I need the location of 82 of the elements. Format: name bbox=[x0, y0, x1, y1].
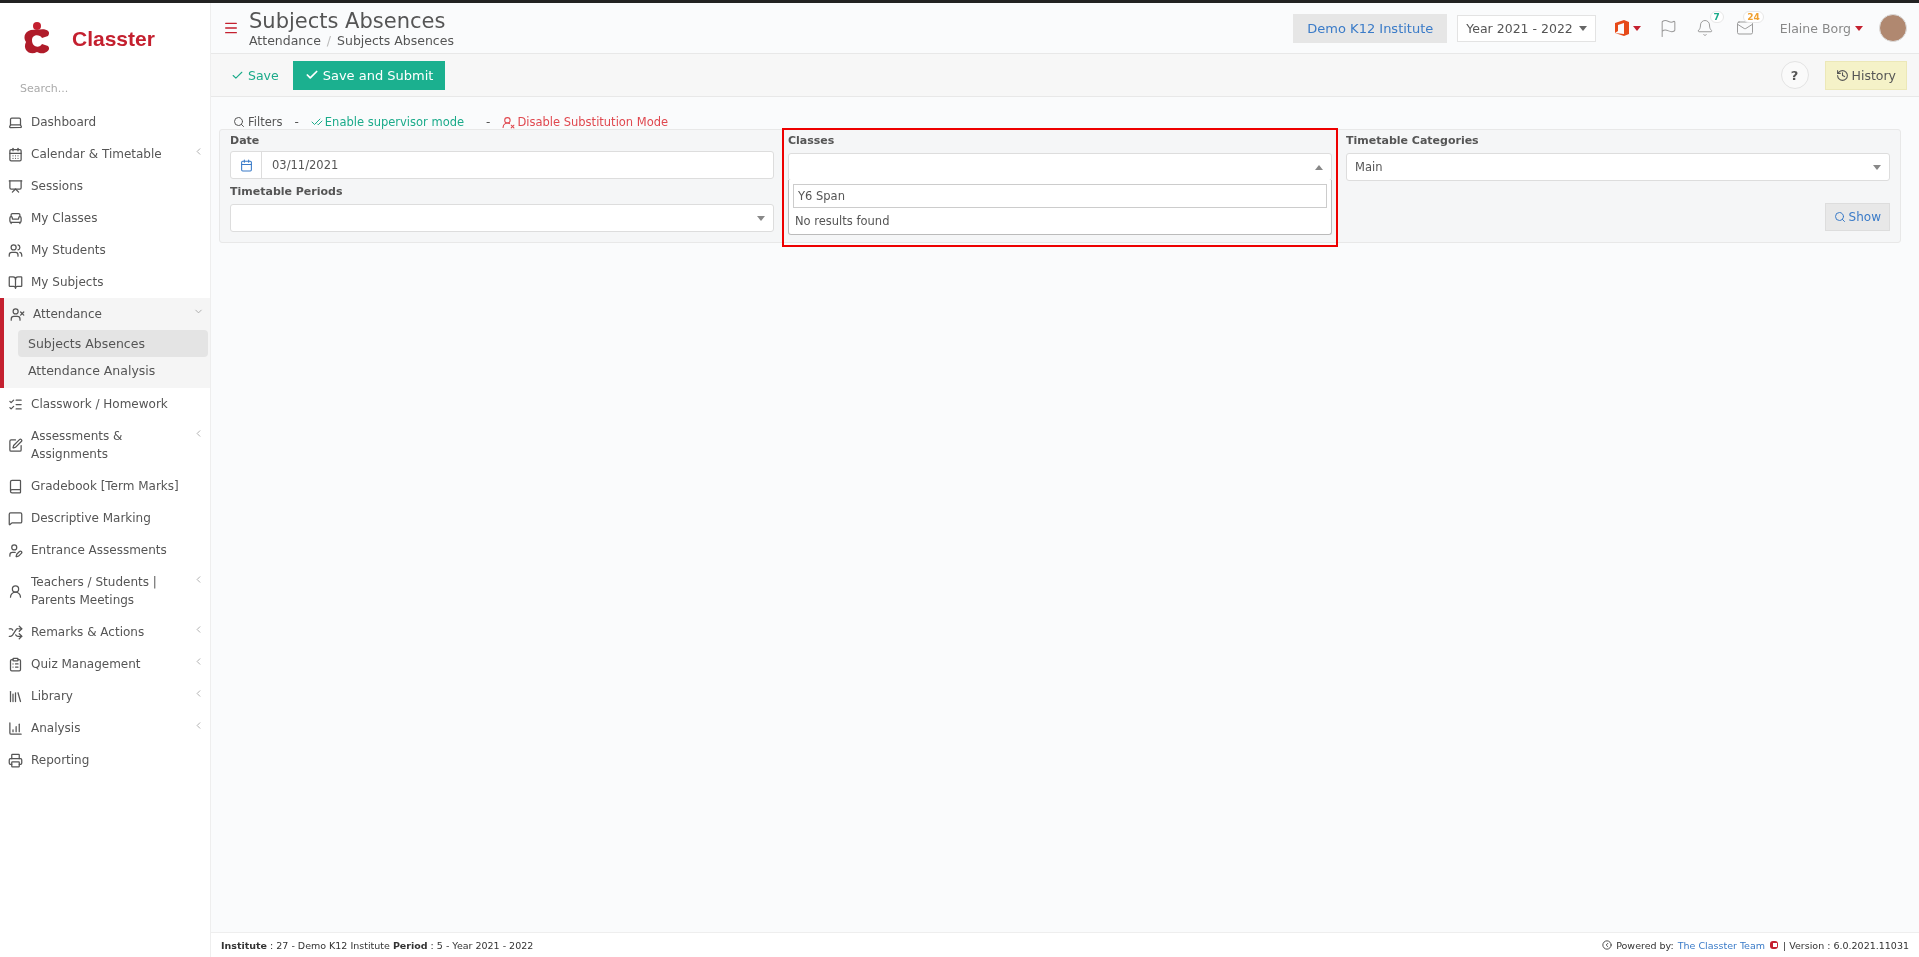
office-icon bbox=[1613, 19, 1630, 37]
user-menu[interactable]: Elaine Borg bbox=[1773, 19, 1869, 37]
history-icon bbox=[1835, 68, 1849, 82]
team-link[interactable]: The Classter Team bbox=[1677, 939, 1766, 951]
chart-icon bbox=[8, 720, 23, 736]
search-field[interactable]: Search... bbox=[18, 81, 192, 96]
show-button[interactable]: Show bbox=[1824, 203, 1890, 231]
sidebar-item[interactable]: Teachers / Students | Parents Meetings bbox=[0, 566, 210, 616]
year-select[interactable]: Year 2021 - 2022 bbox=[1457, 14, 1596, 42]
field-label: Date bbox=[230, 134, 261, 147]
field-label: Classes bbox=[788, 134, 836, 147]
clipboard-icon bbox=[8, 656, 23, 672]
breadcrumb-item[interactable]: Attendance bbox=[249, 32, 321, 48]
separator: - bbox=[294, 115, 299, 129]
separator: - bbox=[486, 115, 491, 129]
sidebar-subitem[interactable]: Subjects Absences bbox=[18, 330, 208, 357]
no-results-message: No results found bbox=[794, 214, 891, 228]
printer-icon bbox=[8, 752, 23, 768]
shuffle-icon bbox=[8, 624, 23, 640]
filters-label: Filters bbox=[233, 115, 283, 129]
institute-button[interactable]: Demo K12 Institute bbox=[1293, 13, 1448, 43]
breadcrumb-item[interactable]: Subjects Absences bbox=[337, 32, 454, 48]
sidebar-item[interactable]: Entrance Assessments bbox=[0, 534, 210, 566]
calendar-icon bbox=[8, 146, 23, 162]
sidebar-item[interactable]: Quiz Management bbox=[0, 648, 210, 680]
calendar-icon bbox=[239, 158, 253, 172]
dropdown-search-field[interactable]: Y6 Span bbox=[793, 184, 1327, 208]
logo-icon bbox=[1769, 940, 1780, 950]
edit-icon bbox=[8, 437, 23, 453]
avatar[interactable] bbox=[1879, 14, 1907, 42]
user-pen-icon bbox=[8, 542, 23, 558]
user-icon bbox=[8, 583, 23, 599]
message-count: 24 bbox=[1743, 11, 1764, 23]
version-text: | Version : 6.0.2021.11031 bbox=[1783, 939, 1909, 951]
sidebar-item[interactable]: My Subjects bbox=[0, 266, 210, 298]
menu-button[interactable] bbox=[223, 20, 239, 36]
users-icon bbox=[8, 242, 23, 258]
sidebar-item[interactable]: Classwork / Homework bbox=[0, 388, 210, 420]
book-icon bbox=[8, 274, 23, 290]
sidebar-item[interactable]: Gradebook [Term Marks] bbox=[0, 470, 210, 502]
categories-select[interactable]: Main bbox=[1346, 153, 1890, 181]
field-label: Timetable Periods bbox=[230, 185, 344, 198]
presentation-icon bbox=[8, 178, 23, 194]
messages-button[interactable] bbox=[1735, 19, 1754, 37]
laptop-icon bbox=[8, 114, 23, 130]
notifications-button[interactable] bbox=[1695, 19, 1714, 37]
sidebar-item[interactable]: Analysis bbox=[0, 712, 210, 744]
check-icon bbox=[310, 116, 323, 128]
help-button[interactable]: ? bbox=[1780, 61, 1809, 89]
notification-count: 7 bbox=[1709, 11, 1724, 23]
sidebar-item[interactable]: My Students bbox=[0, 234, 210, 266]
sidebar-subitem[interactable]: Attendance Analysis bbox=[18, 357, 208, 384]
brand-name: Classter bbox=[72, 27, 155, 51]
footer-info: Institute : 27 - Demo K12 Institute Period : 5 - Year 2021 - 2022 bbox=[221, 939, 534, 951]
search-icon bbox=[1833, 211, 1846, 223]
book-icon bbox=[8, 478, 23, 494]
checklist-icon bbox=[8, 396, 23, 412]
sidebar-item[interactable]: Reporting bbox=[0, 744, 210, 776]
check-icon bbox=[304, 68, 319, 82]
sidebar-item[interactable]: My Classes bbox=[0, 202, 210, 234]
comment-icon bbox=[8, 510, 23, 526]
history-button[interactable]: History bbox=[1824, 60, 1907, 90]
user-x-icon bbox=[10, 306, 25, 322]
sidebar-item[interactable]: Assessments & Assignments bbox=[0, 420, 210, 470]
breadcrumb-separator: / bbox=[326, 32, 332, 48]
office-menu-button[interactable] bbox=[1613, 19, 1641, 37]
library-icon bbox=[8, 688, 23, 704]
mode-link[interactable]: Disable Substitution Mode bbox=[502, 115, 669, 129]
sidebar-item[interactable]: Attendance bbox=[0, 298, 210, 330]
field-label: Timetable Categories bbox=[1346, 134, 1480, 147]
sidebar-item[interactable]: Dashboard bbox=[0, 106, 210, 138]
sidebar-item[interactable]: Calendar & Timetable bbox=[0, 138, 210, 170]
powered-by-text: Powered by: bbox=[1616, 939, 1674, 951]
sidebar-item[interactable]: Remarks & Actions bbox=[0, 616, 210, 648]
sidebar-item[interactable]: Descriptive Marking bbox=[0, 502, 210, 534]
sidebar-item[interactable]: Library bbox=[0, 680, 210, 712]
search-icon bbox=[233, 116, 245, 128]
user-x-icon bbox=[502, 115, 516, 129]
seats-icon bbox=[8, 210, 23, 226]
sidebar-item[interactable]: Sessions bbox=[0, 170, 210, 202]
date-field[interactable]: 03/11/2021 bbox=[230, 151, 774, 179]
page-title: Subjects Absences bbox=[249, 8, 447, 33]
